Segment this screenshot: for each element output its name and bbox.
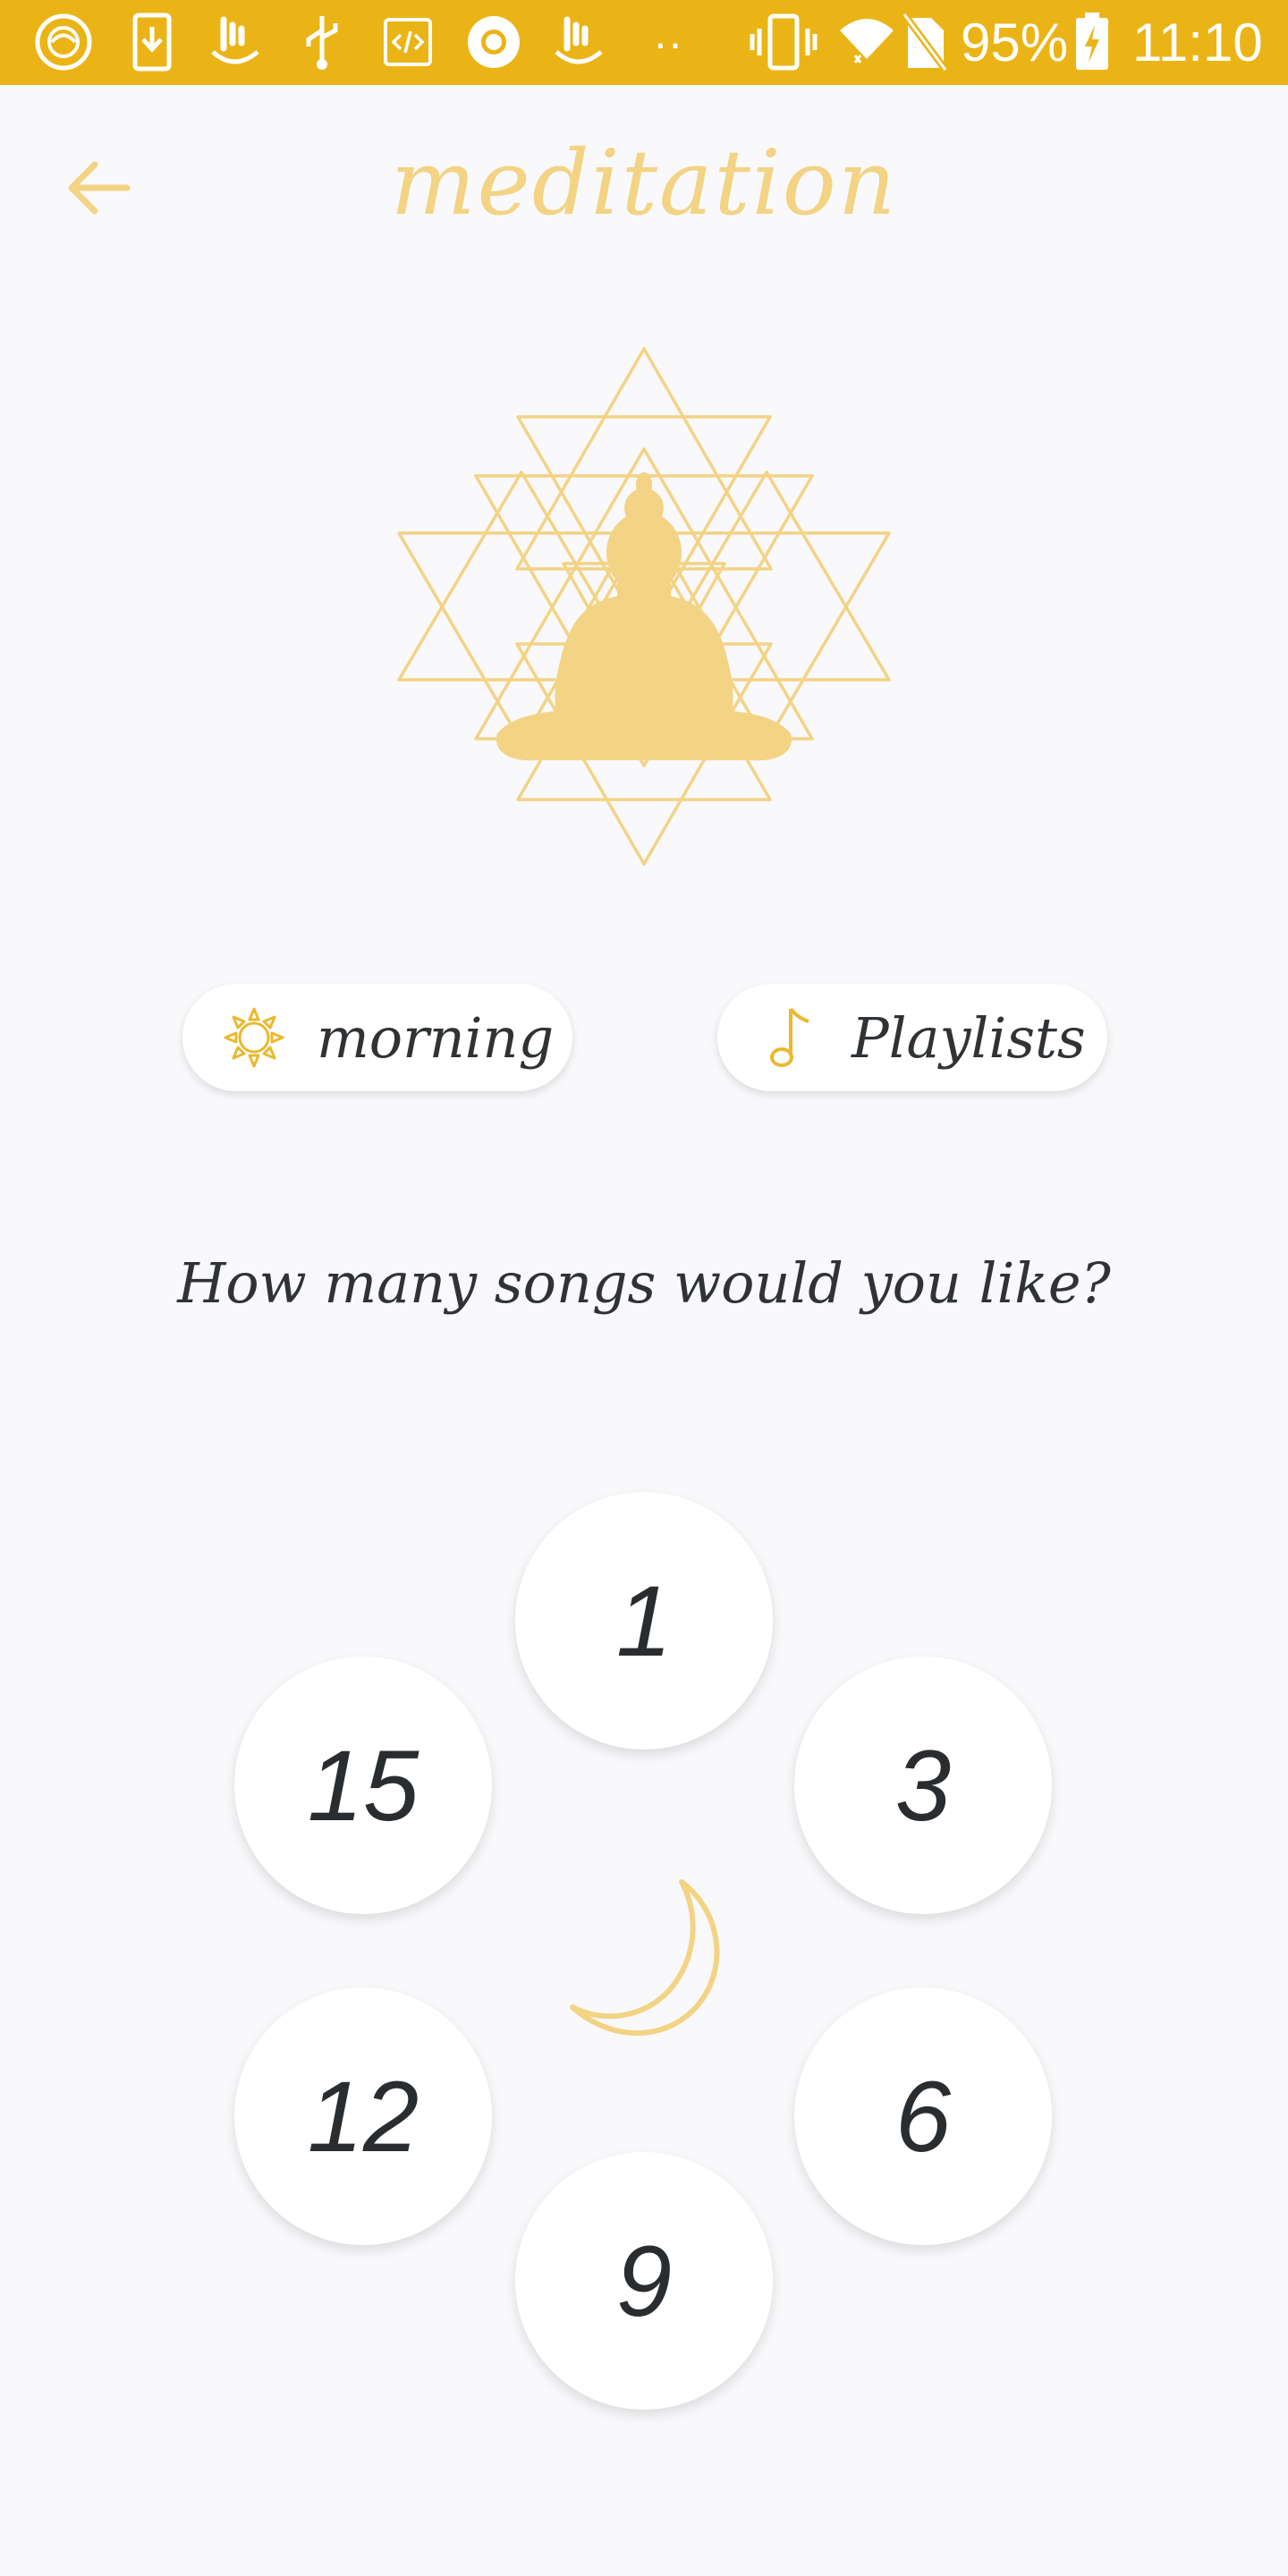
playlists-button[interactable]: Playlists — [717, 984, 1107, 1091]
meditation-screen: ·· 95% 11:10 meditation morning Playlist… — [0, 0, 1288, 2576]
clock: 11:10 — [1132, 13, 1263, 72]
vibrate-icon — [748, 13, 819, 72]
song-count-12-button[interactable]: 12 — [234, 1987, 492, 2245]
wifi-icon — [835, 13, 898, 72]
status-bar: ·· 95% 11:10 — [0, 0, 1288, 85]
song-count-label: 1 — [615, 1564, 673, 1677]
overflow-dots: ·· — [653, 18, 683, 68]
sun-icon — [218, 1002, 290, 1073]
song-count-15-button[interactable]: 15 — [234, 1657, 492, 1914]
battery-charging-icon — [1070, 13, 1114, 72]
no-sim-icon — [898, 13, 952, 72]
download-icon — [125, 13, 179, 72]
song-count-label: 15 — [307, 1729, 419, 1842]
song-count-1-button[interactable]: 1 — [515, 1492, 773, 1750]
song-count-question: How many songs would you like? — [177, 1250, 1111, 1316]
record-icon — [465, 13, 522, 72]
song-count-label: 3 — [894, 1729, 952, 1842]
app-notification-icon — [32, 13, 95, 72]
song-count-6-button[interactable]: 6 — [794, 1987, 1052, 2245]
battery-percent: 95% — [961, 13, 1069, 72]
usb-icon — [295, 13, 349, 72]
song-count-label: 9 — [615, 2224, 673, 2337]
hand-icon — [206, 13, 265, 72]
song-count-3-button[interactable]: 3 — [794, 1657, 1052, 1914]
time-of-day-label: morning — [317, 1004, 555, 1071]
time-of-day-button[interactable]: morning — [182, 984, 572, 1091]
song-count-9-button[interactable]: 9 — [515, 2152, 773, 2410]
buddha-sri-yantra-icon — [376, 331, 912, 886]
page-title: meditation — [390, 131, 898, 235]
code-icon — [380, 13, 436, 72]
moon-icon — [555, 1869, 733, 2048]
song-count-label: 12 — [307, 2060, 419, 2173]
music-note-icon — [753, 1002, 825, 1073]
hand-icon — [549, 13, 608, 72]
playlists-label: Playlists — [852, 1004, 1086, 1071]
song-count-label: 6 — [894, 2060, 952, 2173]
